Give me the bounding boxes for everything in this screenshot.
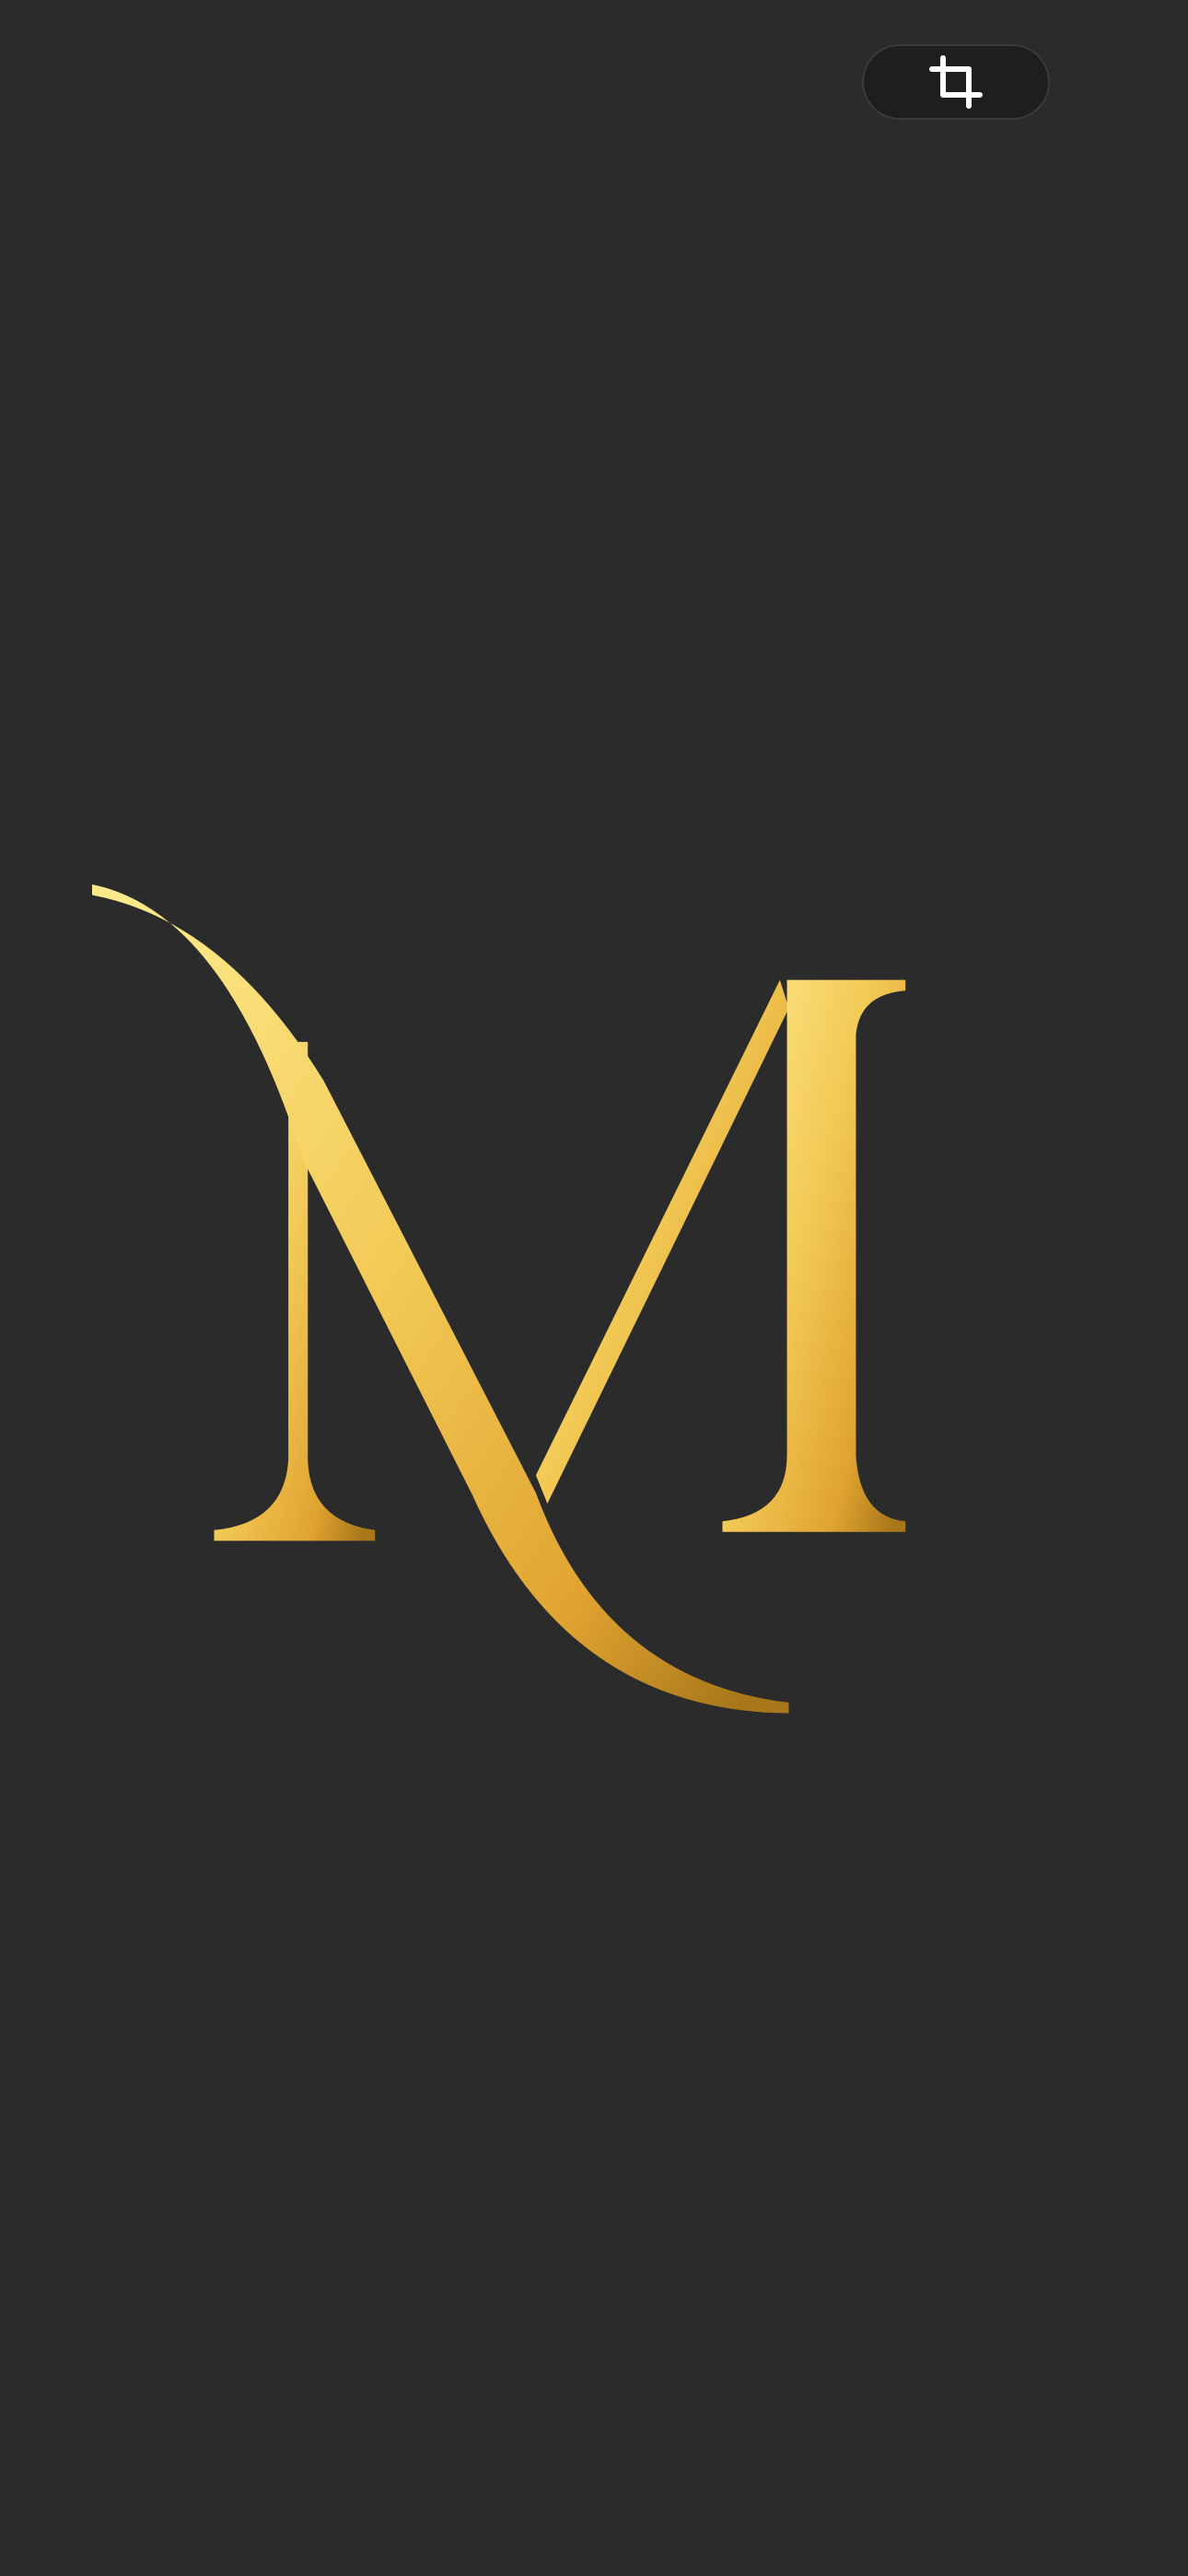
crop-icon	[929, 55, 983, 109]
monogram-m-icon	[92, 884, 906, 1714]
image-viewer	[0, 0, 1188, 2576]
crop-button[interactable]	[862, 44, 1050, 120]
